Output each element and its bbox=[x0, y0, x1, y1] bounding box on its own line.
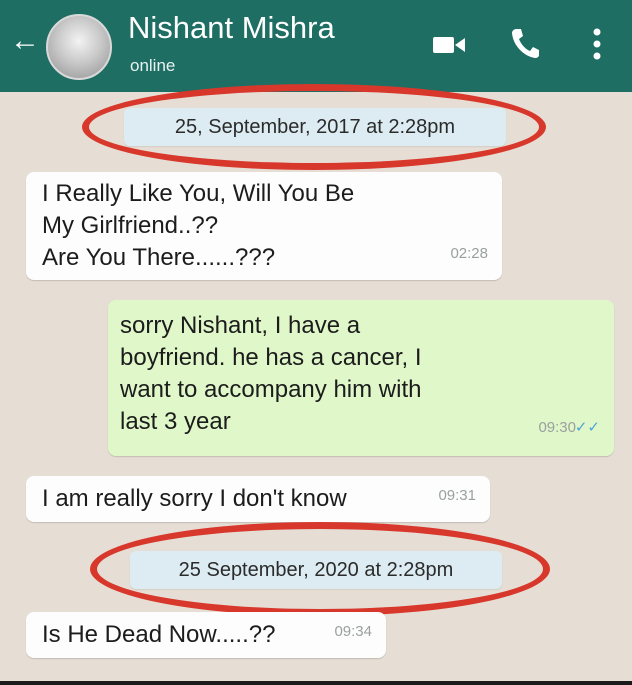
annotation-circle bbox=[90, 522, 550, 616]
more-options-icon[interactable] bbox=[582, 26, 612, 62]
message-text: I am really sorry I don't know bbox=[42, 485, 347, 512]
incoming-message[interactable]: I Really Like You, Will You Be My Girlfr… bbox=[26, 172, 502, 280]
chat-area: 25, September, 2017 at 2:28pm I Really L… bbox=[0, 84, 632, 685]
contact-status: online bbox=[130, 56, 176, 75]
outgoing-message[interactable]: sorry Nishant, I have a boyfriend. he ha… bbox=[108, 300, 614, 456]
video-call-icon[interactable] bbox=[432, 30, 466, 60]
message-time: 02:28 bbox=[450, 245, 488, 262]
message-time: 09:31 bbox=[438, 487, 476, 504]
chat-header: ← Nishant Mishra online bbox=[0, 0, 632, 92]
bottom-edge bbox=[0, 681, 632, 685]
message-time: 09:34 bbox=[334, 623, 372, 640]
read-ticks-icon: ✓✓ bbox=[574, 419, 600, 436]
contact-name[interactable]: Nishant Mishra bbox=[128, 10, 335, 46]
contact-avatar[interactable] bbox=[46, 14, 112, 80]
message-text: Is He Dead Now.....?? bbox=[42, 621, 276, 648]
annotation-circle bbox=[82, 84, 546, 170]
message-text: I Really Like You, Will You Be My Girlfr… bbox=[42, 180, 355, 271]
voice-call-icon[interactable] bbox=[510, 26, 540, 60]
back-arrow-icon[interactable]: ← bbox=[10, 26, 40, 56]
incoming-message[interactable]: I am really sorry I don't know 09:31 bbox=[26, 476, 490, 522]
message-time: 09:30 bbox=[538, 419, 576, 436]
message-text: sorry Nishant, I have a boyfriend. he ha… bbox=[120, 312, 422, 435]
incoming-message[interactable]: Is He Dead Now.....?? 09:34 bbox=[26, 612, 386, 658]
